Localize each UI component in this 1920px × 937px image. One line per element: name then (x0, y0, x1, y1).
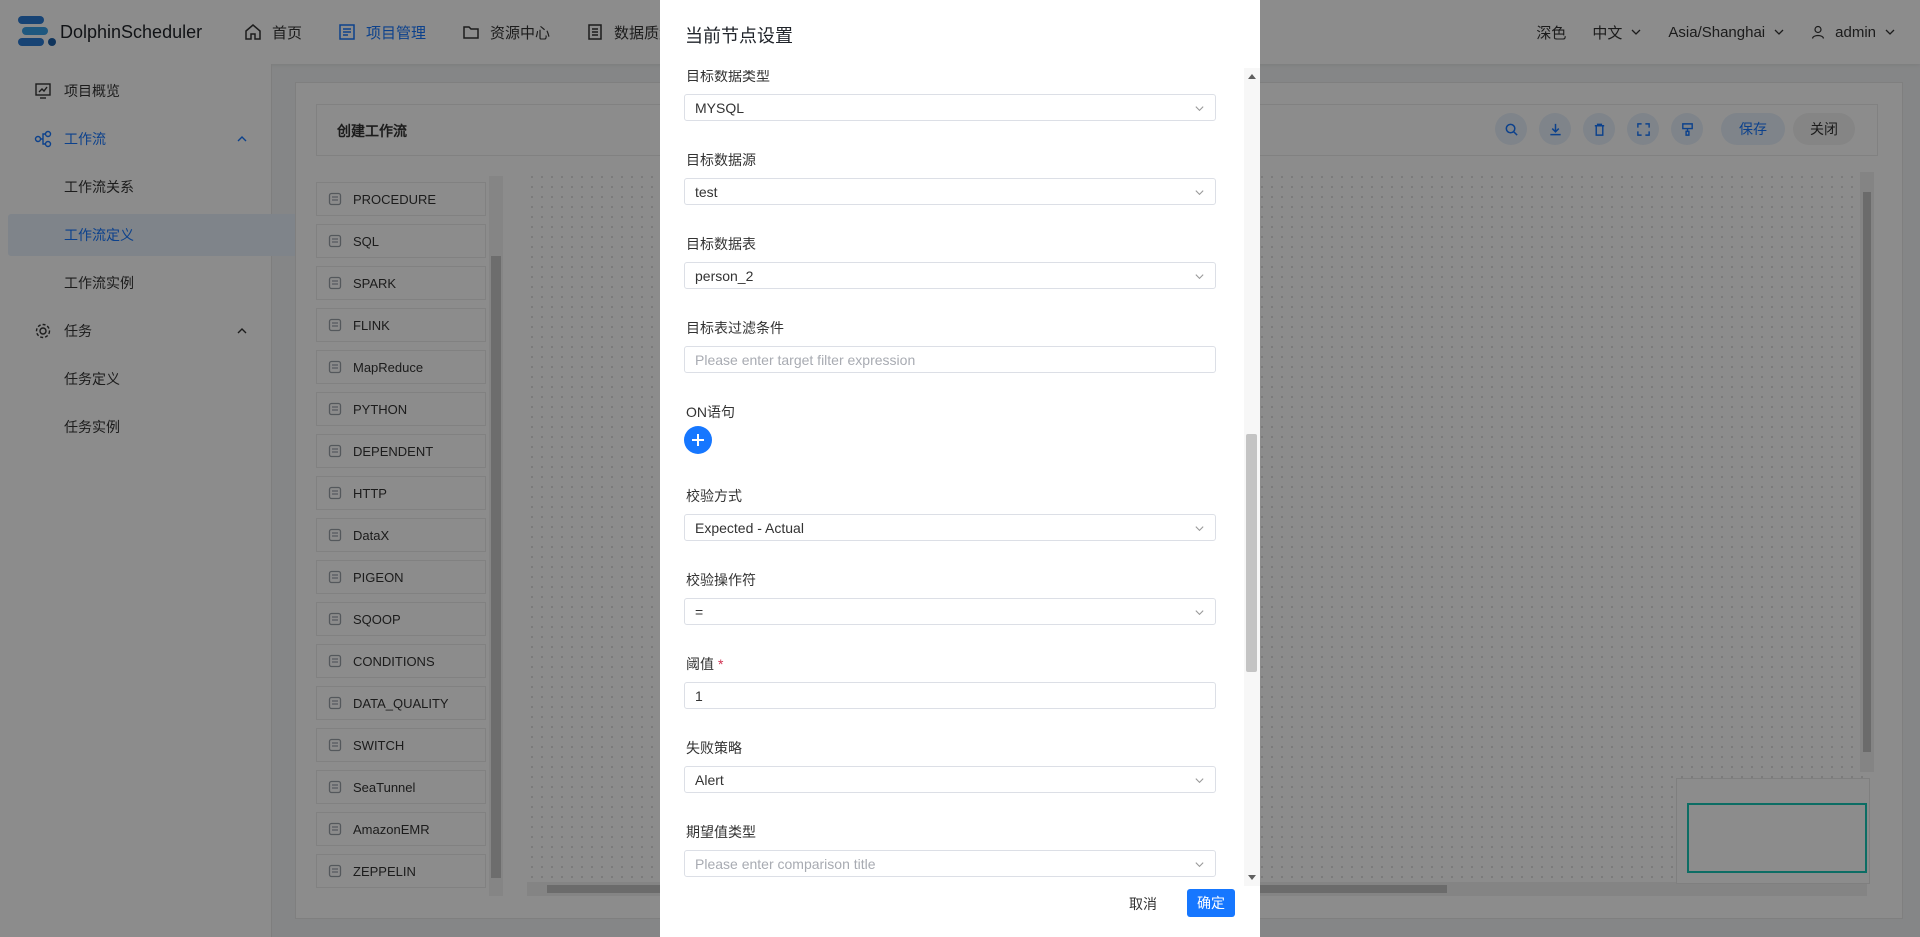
select-placeholder: Please enter comparison title (695, 855, 876, 872)
field-label: 校验操作符 (686, 572, 756, 588)
target-db-type-select[interactable]: MYSQL (684, 94, 1216, 121)
check-type-field: 校验方式 Expected - Actual (684, 486, 1218, 541)
chevron-down-icon (1195, 106, 1204, 112)
scroll-down-arrow[interactable] (1248, 875, 1256, 880)
field-label: 目标数据源 (686, 152, 756, 168)
target-table-field: 目标数据表 person_2 (684, 234, 1218, 289)
field-label: 期望值类型 (686, 824, 756, 840)
modal-scrollbar[interactable] (1244, 68, 1260, 886)
comparison-type-select[interactable]: Please enter comparison title (684, 850, 1216, 877)
target-filter-input[interactable]: Please enter target filter expression (684, 346, 1216, 373)
operator-select[interactable]: = (684, 598, 1216, 625)
add-on-clause-button[interactable] (684, 426, 712, 454)
cancel-button[interactable]: 取消 (1122, 890, 1164, 918)
modal-title: 当前节点设置 (685, 26, 793, 46)
field-label: 目标表过滤条件 (686, 320, 784, 336)
on-clause-field: ON语句 (684, 402, 1218, 454)
field-label: 校验方式 (686, 488, 742, 504)
select-value: = (695, 603, 704, 620)
modal-body: 目标数据类型 MYSQL 目标数据源 test 目标数据表 person_2 目… (684, 70, 1218, 880)
failure-strategy-select[interactable]: Alert (684, 766, 1216, 793)
field-label: 失败策略 (686, 740, 742, 756)
comparison-type-field: 期望值类型 Please enter comparison title (684, 822, 1218, 877)
field-label: 目标数据表 (686, 236, 756, 252)
target-filter-field: 目标表过滤条件 Please enter target filter expre… (684, 318, 1218, 373)
modal-footer: 取消 确定 (660, 888, 1260, 928)
check-type-select[interactable]: Expected - Actual (684, 514, 1216, 541)
input-value: 1 (695, 687, 703, 704)
target-datasource-select[interactable]: test (684, 178, 1216, 205)
input-placeholder: Please enter target filter expression (695, 351, 916, 368)
threshold-input[interactable]: 1 (684, 682, 1216, 709)
plus-icon (692, 434, 704, 446)
select-value: Alert (695, 771, 724, 788)
node-settings-modal: 当前节点设置 目标数据类型 MYSQL 目标数据源 test 目标数据表 per… (660, 0, 1260, 937)
select-value: MYSQL (695, 99, 745, 116)
field-label: 目标数据类型 (686, 70, 770, 84)
failure-strategy-field: 失败策略 Alert (684, 738, 1218, 793)
chevron-down-icon (1195, 610, 1204, 616)
operator-field: 校验操作符 = (684, 570, 1218, 625)
select-value: test (695, 183, 718, 200)
chevron-down-icon (1195, 190, 1204, 196)
select-value: Expected - Actual (695, 519, 804, 536)
scroll-up-arrow[interactable] (1248, 74, 1256, 79)
scrollbar-thumb[interactable] (1246, 434, 1257, 672)
chevron-down-icon (1195, 778, 1204, 784)
target-table-select[interactable]: person_2 (684, 262, 1216, 289)
field-label: 阈值 * (686, 654, 1218, 674)
target-datasource-field: 目标数据源 test (684, 150, 1218, 205)
threshold-field: 阈值 * 1 (684, 654, 1218, 709)
field-label: ON语句 (686, 404, 735, 420)
chevron-down-icon (1195, 862, 1204, 868)
required-mark: * (718, 656, 724, 672)
chevron-down-icon (1195, 274, 1204, 280)
confirm-button[interactable]: 确定 (1187, 889, 1235, 917)
target-db-type-field: 目标数据类型 MYSQL (684, 70, 1218, 121)
field-label-text: 阈值 (686, 656, 714, 672)
chevron-down-icon (1195, 526, 1204, 532)
select-value: person_2 (695, 267, 754, 284)
